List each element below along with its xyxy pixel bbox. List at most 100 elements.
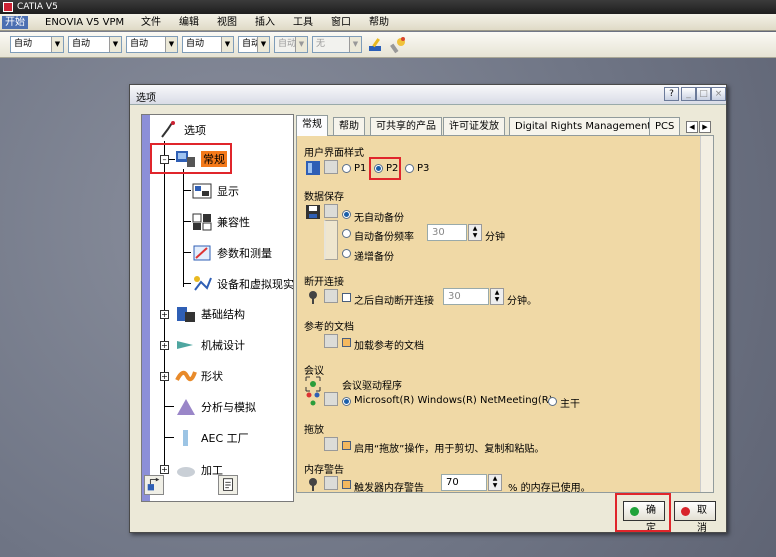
minimize-button[interactable]: _ xyxy=(681,87,696,101)
radio-incremental-label: 递增备份 xyxy=(354,252,394,263)
graphic-property-combo-2[interactable]: 自动 ▼ xyxy=(68,36,122,53)
tab-scroll-right-icon[interactable]: ▶ xyxy=(699,121,711,133)
chevron-down-icon: ▼ xyxy=(295,37,307,52)
graphic-property-combo-6: 自动 ▼ xyxy=(274,36,308,53)
radio-incremental[interactable] xyxy=(342,249,351,258)
menu-view[interactable]: 视图 xyxy=(214,16,240,29)
tree-parameters-button[interactable] xyxy=(218,475,238,495)
conference-icon xyxy=(305,376,321,392)
tree-label: 选项 xyxy=(184,124,206,137)
ui-style-title: 用户界面样式 xyxy=(304,148,364,159)
memory-percent-input[interactable]: 70 xyxy=(441,474,487,491)
tree-line xyxy=(183,190,191,191)
expand-icon[interactable]: + xyxy=(160,465,169,474)
tree-line xyxy=(164,141,165,473)
chevron-down-icon[interactable]: ▼ xyxy=(165,37,177,52)
chevron-down-icon[interactable]: ▼ xyxy=(51,37,63,52)
chevron-down-icon[interactable]: ▼ xyxy=(257,37,269,52)
lock-icon[interactable] xyxy=(324,160,338,174)
tree-item-analysis[interactable]: 分析与模拟 xyxy=(175,397,256,417)
menu-insert[interactable]: 插入 xyxy=(252,16,278,29)
tree-scrollbar[interactable] xyxy=(142,115,150,501)
load-referenced-docs-checkbox[interactable] xyxy=(342,338,351,347)
tree-item-display[interactable]: 显示 xyxy=(191,181,239,201)
radio-no-autosave[interactable] xyxy=(342,210,351,219)
combo-value: 自动 xyxy=(14,39,33,49)
radio-autosave-freq[interactable] xyxy=(342,229,351,238)
disconnect-minutes-input[interactable]: 30 xyxy=(443,288,489,305)
memory-warning-checkbox[interactable] xyxy=(342,480,351,489)
radio-backbone[interactable] xyxy=(548,397,557,406)
enable-drag-drop-checkbox[interactable] xyxy=(342,441,351,450)
tab-general[interactable]: 常规 xyxy=(296,115,328,136)
graphic-property-combo-1[interactable]: 自动 ▼ xyxy=(10,36,64,53)
tree-item-aec[interactable]: AEC 工厂 xyxy=(175,428,249,448)
radio-p1[interactable] xyxy=(342,164,351,173)
disconnect-unit: 分钟。 xyxy=(507,296,537,307)
combo-value: 自动 xyxy=(130,39,149,49)
auto-disconnect-checkbox[interactable] xyxy=(342,293,351,302)
menu-window[interactable]: 窗口 xyxy=(328,16,354,29)
chevron-down-icon[interactable]: ▼ xyxy=(109,37,121,52)
memory-percent-spinner[interactable]: ▲ ▼ xyxy=(488,474,502,491)
lock-icon[interactable] xyxy=(324,392,338,406)
graphic-property-combo-5[interactable]: 自动 ▼ xyxy=(238,36,270,53)
lock-icon[interactable] xyxy=(324,476,338,490)
autosave-frequency-spinner[interactable]: ▲ ▼ xyxy=(468,224,482,241)
tree-item-compatibility[interactable]: 兼容性 xyxy=(191,212,250,232)
menu-enovia[interactable]: ENOVIA V5 VPM xyxy=(42,16,127,29)
ui-style-icon xyxy=(306,161,320,175)
menu-start[interactable]: 开始 xyxy=(2,16,28,29)
menu-file[interactable]: 文件 xyxy=(138,16,164,29)
disconnect-minutes-spinner[interactable]: ▲ ▼ xyxy=(490,288,504,305)
lock-icon[interactable] xyxy=(324,289,338,303)
help-button[interactable]: ? xyxy=(664,87,679,101)
tab-scroll-left-icon[interactable]: ◀ xyxy=(686,121,698,133)
tab-licensing[interactable]: 许可证发放 xyxy=(443,117,505,136)
analysis-icon xyxy=(177,399,195,415)
lock-icon[interactable] xyxy=(324,204,338,218)
lock-icon[interactable] xyxy=(324,437,338,451)
menubar: 开始 ENOVIA V5 VPM 文件 编辑 视图 插入 工具 窗口 帮助 xyxy=(0,14,776,31)
graphic-property-combo-3[interactable]: 自动 ▼ xyxy=(126,36,178,53)
tree-expand-all-button[interactable] xyxy=(144,475,164,495)
tree-root[interactable]: 选项 xyxy=(158,120,206,140)
radio-netmeeting-label: Microsoft(R) Windows(R) NetMeeting(R) xyxy=(354,395,553,406)
menu-help[interactable]: 帮助 xyxy=(366,16,392,29)
options-tree: 选项 – 常规 显示 兼容性 参数和测量 设备和虚拟现实 + 基础结构 + 机械… xyxy=(141,114,294,502)
expand-icon[interactable]: + xyxy=(160,372,169,381)
close-button[interactable]: × xyxy=(711,87,726,101)
expand-icon[interactable]: + xyxy=(160,310,169,319)
expand-icon[interactable]: + xyxy=(160,341,169,350)
radio-netmeeting[interactable] xyxy=(342,397,351,406)
tree-item-shape[interactable]: 形状 xyxy=(175,366,223,386)
tree-line xyxy=(183,283,191,284)
tab-shareable-products[interactable]: 可共享的产品 xyxy=(370,117,442,136)
tree-item-devices[interactable]: 设备和虚拟现实 xyxy=(191,274,293,294)
graphic-property-combo-4[interactable]: 自动 ▼ xyxy=(182,36,234,53)
maximize-button[interactable]: □ xyxy=(696,87,711,101)
cancel-label: 取消 xyxy=(697,505,707,534)
tree-item-machining[interactable]: 加工 xyxy=(175,460,223,480)
graphic-property-combo-7: 无 ▼ xyxy=(312,36,362,53)
tab-pcs[interactable]: PCS xyxy=(649,117,681,136)
menu-edit[interactable]: 编辑 xyxy=(176,16,202,29)
panel-scrollbar[interactable] xyxy=(700,136,713,492)
tree-item-parameters[interactable]: 参数和测量 xyxy=(191,243,272,263)
tree-item-infrastructure[interactable]: 基础结构 xyxy=(175,304,245,324)
menu-tools[interactable]: 工具 xyxy=(290,16,316,29)
expand-tree-icon xyxy=(147,477,160,491)
document-icon xyxy=(223,478,233,491)
autosave-frequency-input[interactable]: 30 xyxy=(427,224,467,241)
painter-icon[interactable] xyxy=(367,36,385,54)
radio-p3[interactable] xyxy=(405,164,414,173)
tree-line xyxy=(183,252,191,253)
chevron-down-icon[interactable]: ▼ xyxy=(221,37,233,52)
copy-format-icon[interactable] xyxy=(389,36,407,54)
tree-label: AEC 工厂 xyxy=(201,432,249,445)
tree-item-mechanical[interactable]: 机械设计 xyxy=(175,335,245,355)
lock-icon[interactable] xyxy=(324,334,338,348)
tab-drm[interactable]: Digital Rights Management xyxy=(509,117,658,136)
tab-help[interactable]: 帮助 xyxy=(333,117,365,136)
cancel-button[interactable]: 取消 xyxy=(674,501,716,534)
